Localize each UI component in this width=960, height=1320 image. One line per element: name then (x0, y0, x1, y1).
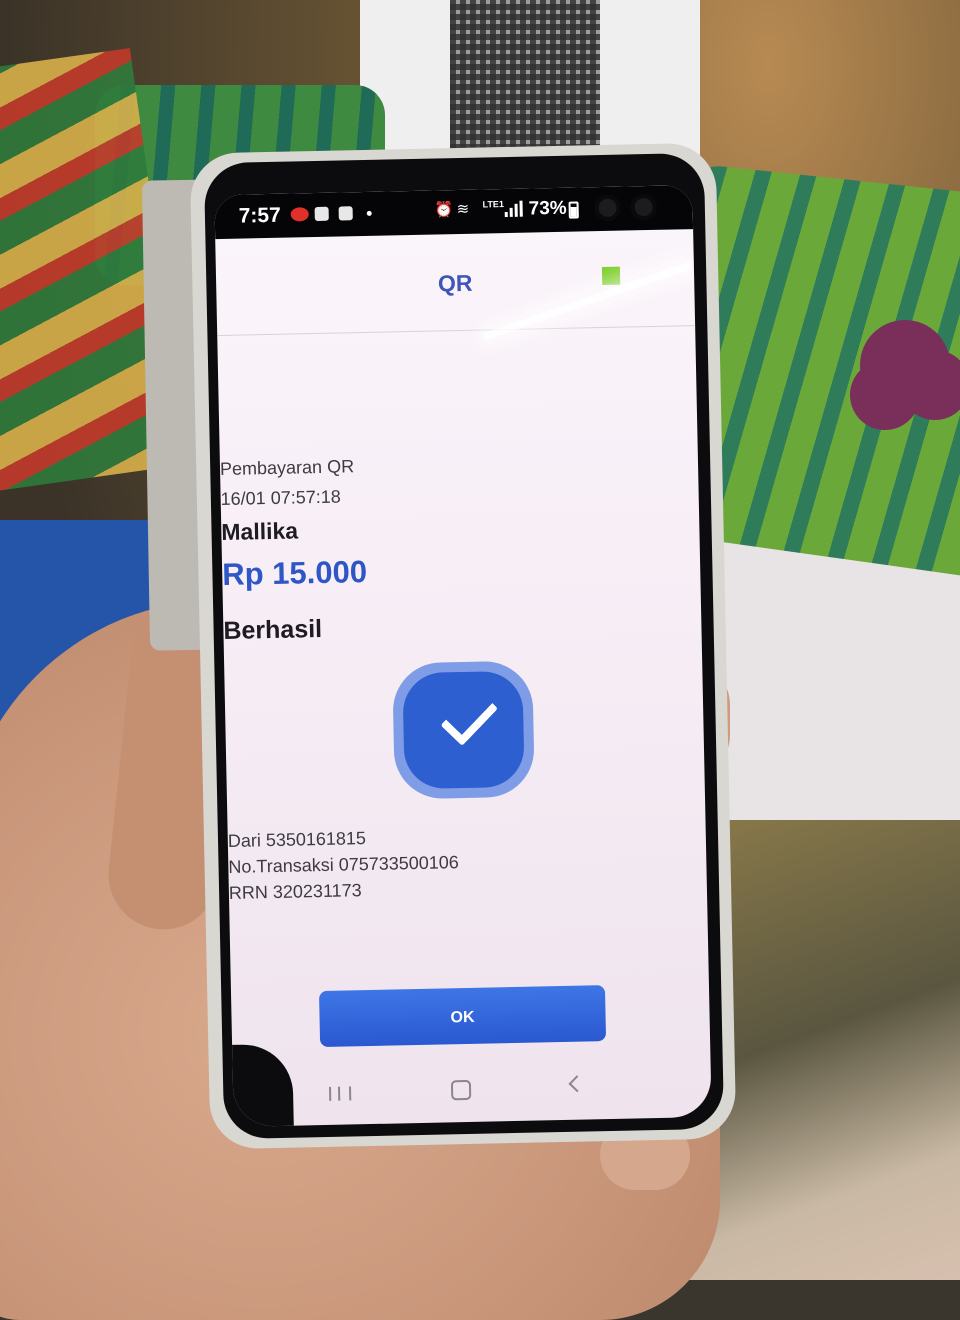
recent-apps-icon[interactable] (328, 1086, 352, 1101)
ok-button[interactable]: OK (318, 985, 607, 1048)
payment-datetime: 16/01 07:57:18 (220, 486, 341, 510)
battery-icon (568, 201, 579, 219)
notification-app-icon (290, 207, 309, 222)
signal-icon (504, 200, 524, 218)
green-indicator-icon (601, 266, 621, 286)
navigation-bar (233, 1057, 712, 1127)
shopping-bag-icon (314, 206, 329, 222)
front-camera-icon (630, 193, 657, 221)
transaction-number: No.Transaksi 075733500106 (228, 852, 460, 877)
status-text: Berhasil (223, 614, 323, 646)
payment-amount: Rp 15.000 (221, 553, 368, 593)
sender-account: Dari 5350161815 (227, 828, 367, 851)
network-type: LTE1 (482, 199, 504, 210)
status-time: 7:57 (238, 203, 282, 228)
background-qr-code (450, 0, 600, 150)
front-camera-icon (594, 194, 621, 222)
wifi-icon: ≋ (456, 200, 470, 219)
success-badge-inner (402, 670, 525, 790)
app-header: QR (215, 229, 696, 337)
shopping-bag-icon (338, 206, 353, 221)
home-icon[interactable] (450, 1079, 472, 1101)
alarm-icon: ⏰ (434, 201, 454, 219)
success-badge (392, 660, 535, 800)
phone-screen: 7:57 ⏰ ≋ LTE1 73% QR Pembayaran QR 16/01… (214, 185, 712, 1127)
merchant-name: Mallika (221, 517, 299, 546)
purple-flower-decoration (860, 320, 950, 410)
more-notifications-dot-icon (366, 210, 372, 216)
screen-damage (222, 1043, 294, 1127)
back-icon[interactable] (568, 1075, 586, 1093)
payment-type: Pembayaran QR (219, 456, 355, 480)
rrn-number: RRN 320231173 (228, 880, 362, 903)
check-icon (440, 687, 499, 747)
battery-percent: 73% (528, 197, 567, 220)
